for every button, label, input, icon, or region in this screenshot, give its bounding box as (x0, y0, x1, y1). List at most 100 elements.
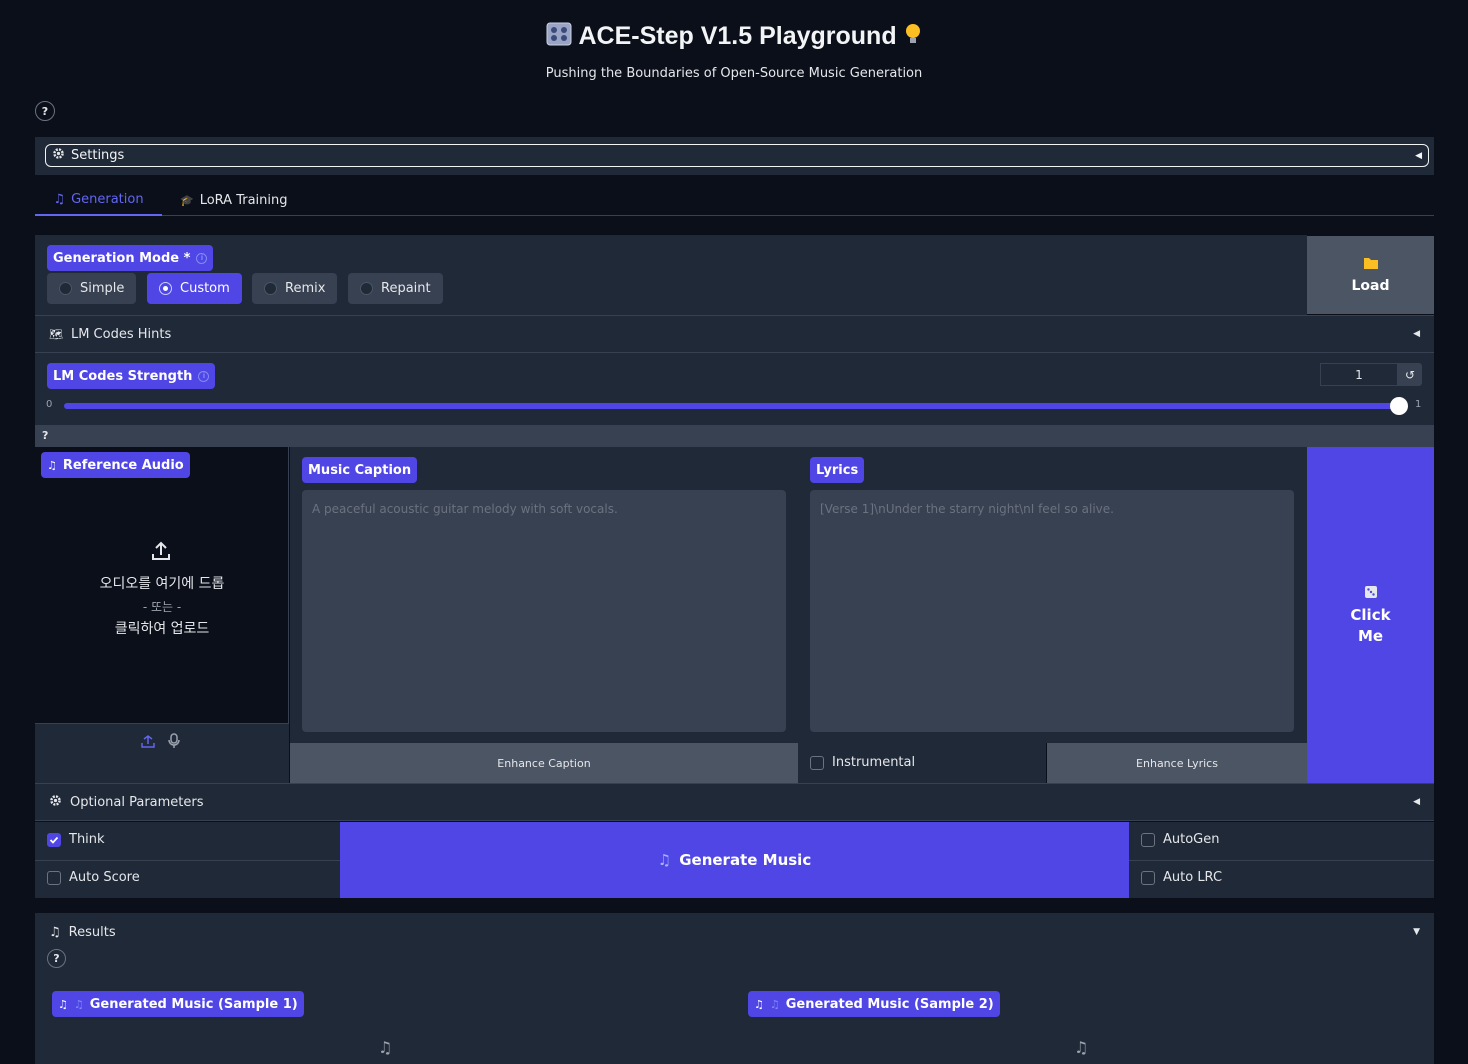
radio-simple[interactable]: Simple (47, 273, 137, 304)
help-bar[interactable]: ? (35, 425, 1434, 447)
radio-label: Simple (80, 281, 125, 296)
checkbox-box[interactable] (1141, 870, 1155, 885)
caret-left-icon: ◀ (1413, 797, 1420, 807)
strength-slider-track[interactable] (64, 403, 1400, 409)
microphone-icon[interactable] (168, 733, 180, 753)
radio-dot (159, 282, 172, 295)
instrumental-container: Instrumental (798, 743, 1046, 783)
slider-min: 0 (46, 399, 53, 410)
or-text: - 또는 - (142, 600, 182, 614)
title-text: ACE-Step V1.5 Playground (578, 22, 897, 51)
checkbox-label: Think (69, 832, 105, 847)
gear-icon (49, 794, 62, 811)
music-note-icon: ♫ (47, 458, 57, 472)
radio-repaint[interactable]: Repaint (348, 273, 443, 304)
lm-codes-hints-accordion[interactable]: 🗺 LM Codes Hints ◀ (35, 315, 1434, 353)
label-text: Reference Audio (62, 457, 184, 473)
click-upload-text: 클릭하여 업로드 (114, 621, 210, 637)
reference-audio-dropzone[interactable]: ♫ Reference Audio 오디오를 여기에 드롭 - 또는 - 클릭하… (35, 447, 289, 783)
strength-slider-thumb[interactable] (1390, 397, 1408, 415)
slider-max: 1 (1415, 399, 1422, 410)
audio-placeholder-icon: ♫ (378, 1038, 393, 1057)
checkbox-label: Auto LRC (1163, 870, 1223, 885)
optional-parameters-accordion[interactable]: Optional Parameters ◀ (35, 783, 1434, 821)
generate-music-button[interactable]: ♫ Generate Music (340, 822, 1129, 898)
checkbox-box[interactable] (47, 870, 61, 885)
checkbox-label: Instrumental (832, 755, 916, 770)
label-text: Generated Music (Sample 2) (785, 996, 994, 1012)
click-me-button[interactable]: Click Me (1307, 447, 1434, 783)
enhance-lyrics-button[interactable]: Enhance Lyrics (1047, 743, 1307, 783)
accordion-label: Optional Parameters (70, 794, 204, 810)
audio-source-bar (35, 723, 289, 783)
label-text: Generated Music (Sample 1) (89, 996, 298, 1012)
settings-label: Settings (71, 148, 125, 163)
click-me-line1: Click (1350, 605, 1391, 624)
reset-icon[interactable]: ↺ (1398, 363, 1422, 386)
control-knobs-icon (546, 22, 572, 53)
radio-label: Custom (180, 281, 230, 296)
tab-label: LoRA Training (199, 193, 288, 208)
reference-audio-label: ♫ Reference Audio (41, 452, 190, 478)
info-icon: i (198, 370, 210, 382)
checkbox-label: Auto Score (69, 870, 140, 885)
upload-icon (150, 540, 172, 566)
audio-placeholder-icon: ♫ (1074, 1038, 1089, 1057)
music-note-icon: ♫ (73, 997, 84, 1011)
instrumental-checkbox[interactable]: Instrumental (798, 755, 915, 770)
caret-left-icon: ◀ (1415, 150, 1422, 161)
help-button[interactable]: ? (35, 101, 55, 121)
checkbox-box[interactable] (47, 832, 61, 847)
sample2-label: ♫ ♫ Generated Music (Sample 2) (748, 991, 1000, 1017)
click-me-line2: Me (1357, 626, 1384, 645)
music-note-icon: ♫ (657, 851, 672, 869)
caret-left-icon: ◀ (1413, 329, 1420, 339)
lm-codes-strength-panel (35, 353, 1434, 425)
drop-text: 오디오를 여기에 드롭 (99, 576, 225, 592)
checkbox-box[interactable] (810, 755, 824, 770)
strength-value[interactable]: 1 (1320, 363, 1398, 386)
accordion-label: Results (68, 924, 116, 940)
think-checkbox[interactable]: Think (35, 832, 105, 847)
radio-dot (360, 282, 373, 295)
enhance-caption-button[interactable]: Enhance Caption (290, 743, 798, 783)
radio-custom[interactable]: Custom (147, 273, 242, 304)
label-text: Generation Mode * (53, 250, 191, 266)
music-caption-label: Music Caption (302, 457, 418, 483)
caret-down-icon: ▼ (1413, 927, 1420, 937)
lyrics-input[interactable]: [Verse 1]\nUnder the starry night\nI fee… (810, 490, 1294, 732)
gear-icon (52, 147, 65, 164)
info-icon: i (196, 252, 208, 264)
radio-dot (59, 282, 72, 295)
accordion-label: LM Codes Hints (70, 326, 172, 342)
tab-generation[interactable]: ♫ Generation (35, 185, 162, 216)
strength-number-input[interactable]: 1 ↺ (1320, 363, 1422, 386)
results-help-button[interactable]: ? (47, 949, 66, 968)
divider (35, 860, 340, 861)
radio-remix[interactable]: Remix (252, 273, 338, 304)
auto-score-checkbox[interactable]: Auto Score (35, 870, 140, 885)
music-note-icon: ♫ (49, 924, 61, 940)
auto-lrc-checkbox[interactable]: Auto LRC (1129, 870, 1222, 885)
music-note-icon: ♫ (754, 997, 764, 1011)
checkbox-label: AutoGen (1163, 832, 1220, 847)
autogen-checkbox[interactable]: AutoGen (1129, 832, 1220, 847)
lm-codes-strength-label: LM Codes Strength i (47, 363, 216, 389)
upload-source-icon[interactable] (141, 734, 155, 752)
load-button[interactable]: Load (1307, 236, 1434, 314)
radio-dot (264, 282, 277, 295)
map-icon: 🗺 (49, 327, 63, 341)
checkbox-box[interactable] (1141, 832, 1155, 847)
music-caption-input[interactable]: A peaceful acoustic guitar melody with s… (302, 490, 786, 732)
music-note-icon: ♫ (769, 997, 780, 1011)
radio-label: Repaint (381, 281, 431, 296)
tab-lora-training[interactable]: 🎓 LoRA Training (180, 185, 288, 216)
tab-bar: ♫ Generation 🎓 LoRA Training (35, 185, 1434, 216)
radio-label: Remix (285, 281, 326, 296)
page-title: ACE-Step V1.5 Playground (0, 22, 1468, 53)
divider (1129, 860, 1434, 861)
results-accordion[interactable]: ♫ Results ▼ (35, 920, 1434, 944)
settings-accordion[interactable]: Settings ◀ (45, 144, 1429, 167)
label-text: LM Codes Strength (53, 368, 193, 384)
lyrics-label: Lyrics (810, 457, 865, 483)
